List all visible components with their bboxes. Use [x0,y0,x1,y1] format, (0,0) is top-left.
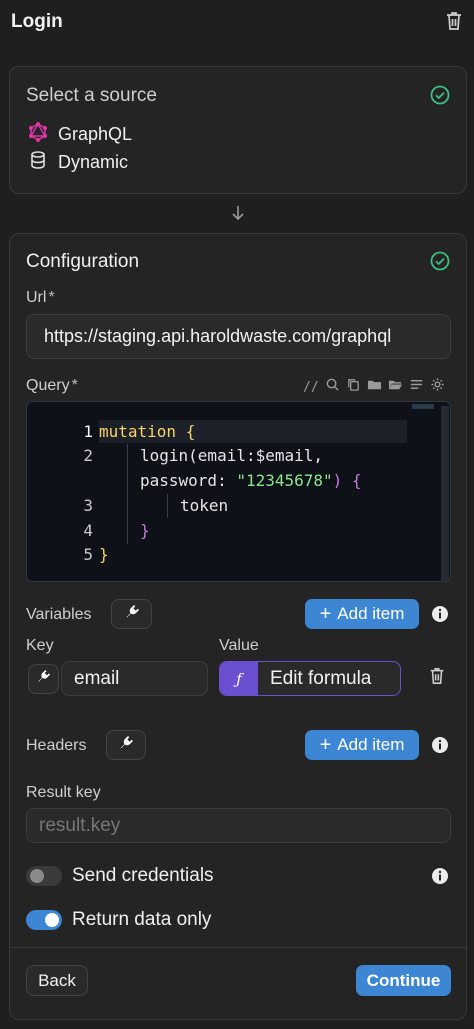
toggle-knob [45,913,59,927]
folder-open-icon[interactable] [388,377,403,397]
headers-label: Headers [26,737,87,754]
plug-icon [124,604,140,625]
database-icon [28,150,48,175]
code-line: login(email:$email, [140,446,324,465]
code-line: mutation { [99,422,196,441]
add-header-button[interactable]: + Add item [305,730,419,760]
arrow-down-icon [230,204,246,227]
add-variable-button[interactable]: + Add item [305,599,419,629]
plug-icon [36,669,51,689]
source-item-graphql[interactable]: GraphQL [28,122,132,147]
minimap [412,404,434,409]
back-button[interactable]: Back [26,965,88,996]
key-column-header: Key [26,637,54,654]
url-input[interactable]: https://staging.api.haroldwaste.com/grap… [26,314,451,359]
query-label: Query * [26,377,78,394]
line-number: 3 [83,496,93,515]
edit-formula-button[interactable]: ƒ Edit formula [219,661,401,696]
plus-icon: + [319,734,332,756]
send-credentials-toggle[interactable] [26,866,62,886]
url-label: Url * [26,289,55,306]
source-item-label: Dynamic [58,152,129,172]
source-item-dynamic[interactable]: Dynamic [28,150,128,175]
line-number: 1 [83,422,93,441]
code-line: } [140,521,150,540]
info-icon[interactable] [431,736,449,754]
return-data-only-label: Return data only [72,909,212,930]
comment-button[interactable]: // [303,380,319,395]
line-number: 5 [83,545,93,564]
line-number: 4 [83,521,93,540]
code-line: password: "12345678") { [140,471,362,490]
query-toolbar: // [303,377,445,397]
plug-button[interactable] [111,599,152,629]
plug-button[interactable] [28,664,59,694]
graphql-icon [28,122,48,147]
plug-icon [118,735,134,756]
toggle-knob [30,869,44,883]
folder-icon[interactable] [367,377,382,397]
source-item-label: GraphQL [58,124,133,144]
value-column-header: Value [219,637,259,654]
return-data-only-toggle[interactable] [26,910,62,930]
check-circle-icon [430,85,450,105]
indent-guide [127,444,128,544]
continue-button[interactable]: Continue [356,965,451,996]
format-icon[interactable] [409,377,424,397]
source-section-title: Select a source [26,85,157,106]
scrollbar[interactable] [441,406,449,581]
indent-guide [167,494,168,518]
search-icon[interactable] [325,377,340,397]
code-line: } [99,545,109,564]
gear-icon[interactable] [430,377,445,397]
result-key-input[interactable] [26,808,451,843]
plug-button[interactable] [106,730,146,760]
info-icon[interactable] [431,605,449,623]
variable-key-input[interactable]: email [61,661,208,696]
code-line: token [180,496,229,515]
query-editor[interactable]: 1 2 3 4 5 mutation { login(email:$email,… [26,401,451,582]
configuration-title: Configuration [26,251,140,272]
send-credentials-label: Send credentials [72,865,214,886]
result-key-label: Result key [26,784,101,801]
copy-icon[interactable] [346,377,361,397]
line-number: 2 [83,446,93,465]
url-value: https://staging.api.haroldwaste.com/grap… [44,326,392,346]
variables-label: Variables [26,606,92,623]
info-icon[interactable] [431,867,449,885]
delete-variable-icon[interactable] [428,666,446,691]
plus-icon: + [319,603,332,625]
check-circle-icon [430,251,450,271]
formula-icon: ƒ [220,662,258,695]
page-title: Login [11,11,63,32]
delete-icon[interactable] [444,10,464,32]
